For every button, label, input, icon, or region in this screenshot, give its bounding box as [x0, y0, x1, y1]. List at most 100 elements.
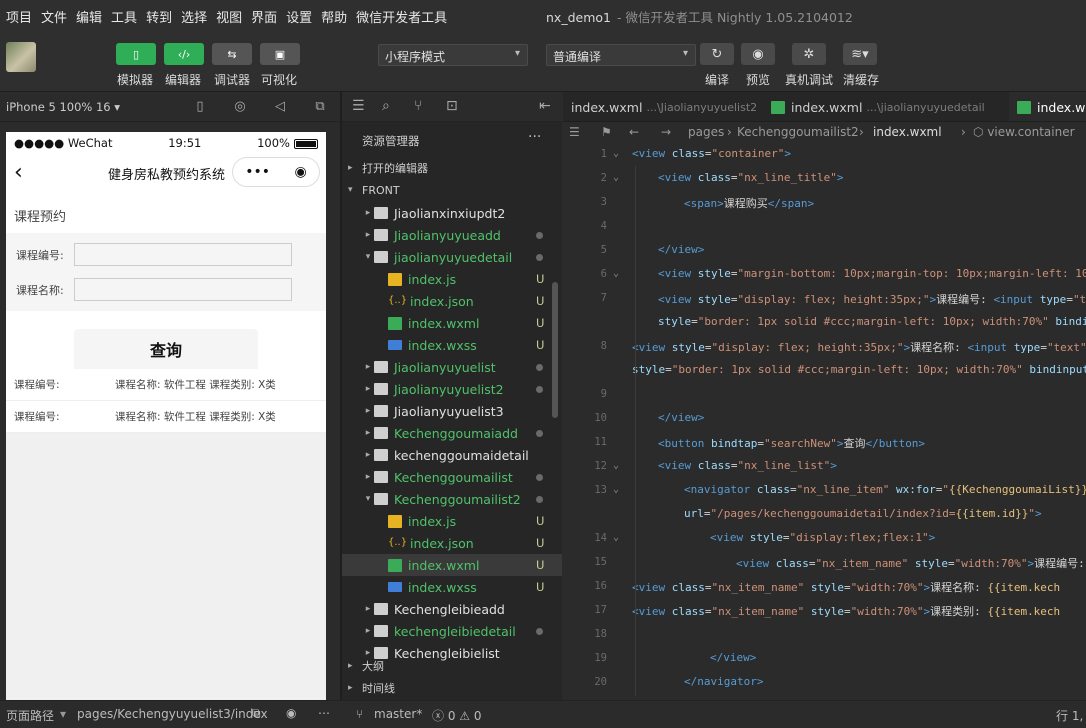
- code-line[interactable]: <view class="nx_line_list">: [658, 459, 837, 472]
- more-icon[interactable]: •••: [245, 164, 270, 180]
- popout-icon[interactable]: ⧉: [300, 99, 340, 114]
- folder-item[interactable]: ▸ Jiaolianyuyuelist3: [342, 400, 562, 422]
- chevron-right-icon[interactable]: ▸: [362, 384, 374, 394]
- code-line[interactable]: <view class="nx_item_name" style="width:…: [632, 579, 1060, 595]
- eye-icon[interactable]: ◉: [286, 706, 296, 720]
- editor-toggle-button[interactable]: ‹/›: [164, 43, 204, 65]
- tab-jiaolianyuyuelist2-wxml[interactable]: index.wxml ...\Jiaolianyuyuelist2: [563, 92, 765, 121]
- back-icon[interactable]: ‹: [14, 160, 23, 185]
- device-select[interactable]: iPhone 5 100% 16 ▾: [6, 100, 120, 114]
- code-editor[interactable]: 1 ⌄ <view class="container"> 2 ⌄ <view class=…: [563, 144, 1086, 700]
- list-item[interactable]: 课程编号: 课程名称: 软件工程 课程类别: X类: [6, 369, 326, 401]
- chevron-right-icon[interactable]: ▸: [362, 428, 374, 438]
- record-icon[interactable]: ◎: [220, 99, 260, 114]
- branch-name[interactable]: master*: [374, 707, 422, 721]
- menu-item[interactable]: 编辑: [76, 7, 102, 26]
- timeline-section[interactable]: ▸ 时间线: [342, 677, 562, 699]
- chevron-down-icon[interactable]: ▾: [362, 252, 374, 262]
- chevron-right-icon[interactable]: ▸: [362, 472, 374, 482]
- mode-select[interactable]: 小程序模式: [378, 44, 528, 66]
- code-line[interactable]: <view style="display: flex; height:35px;…: [658, 291, 1086, 307]
- fold-chevron-icon[interactable]: ⌄: [613, 532, 619, 543]
- code-line[interactable]: </view>: [658, 243, 704, 256]
- code-line[interactable]: <view class="nx_line_title">: [658, 171, 843, 184]
- folder-item[interactable]: ▾ jiaolianyuyuedetail: [342, 246, 562, 268]
- chevron-down-icon[interactable]: ▾: [362, 494, 374, 504]
- bookmark-icon[interactable]: ⚑: [601, 125, 612, 139]
- file-item[interactable]: {..} index.json U: [342, 290, 562, 312]
- file-item[interactable]: index.wxml U: [342, 312, 562, 334]
- menu-item[interactable]: 微信开发者工具: [356, 7, 447, 26]
- folder-item[interactable]: ▸ Kechenggoumailist: [342, 466, 562, 488]
- more-icon[interactable]: ⋯: [318, 706, 330, 720]
- code-line[interactable]: style="border: 1px solid #ccc;margin-lef…: [658, 315, 1086, 328]
- code-line[interactable]: <view class="nx_item_name" style="width:…: [632, 603, 1060, 619]
- preview-button[interactable]: ◉: [741, 43, 775, 65]
- compile-select[interactable]: 普通编译: [546, 44, 696, 66]
- course-id-input[interactable]: [73, 243, 292, 266]
- code-line[interactable]: <view style="display:flex;flex:1">: [710, 531, 935, 544]
- menu-item[interactable]: 文件: [41, 7, 67, 26]
- folder-item[interactable]: ▸ Kechenggoumaiadd: [342, 422, 562, 444]
- page-path-label[interactable]: 页面路径: [6, 707, 54, 724]
- folder-item[interactable]: ▸ Jiaolianyuyuelist2: [342, 378, 562, 400]
- folder-item[interactable]: ▸ Jiaolianyuyuelist: [342, 356, 562, 378]
- problems-count[interactable]: ⓧ 0 ⚠ 0: [432, 707, 481, 724]
- code-line[interactable]: <navigator class="nx_line_item" wx:for="…: [684, 483, 1086, 496]
- code-line[interactable]: <button bindtap="searchNew">查询</button>: [658, 435, 925, 451]
- simulator-toggle-button[interactable]: ▯: [116, 43, 156, 65]
- copy-icon[interactable]: ⧉: [252, 706, 261, 721]
- fold-chevron-icon[interactable]: ⌄: [613, 484, 619, 495]
- project-section[interactable]: ▾ FRONT: [342, 179, 562, 201]
- folder-item[interactable]: ▸ Kechengleibieadd: [342, 598, 562, 620]
- menu-item[interactable]: 帮助: [321, 7, 347, 26]
- course-name-input[interactable]: [73, 278, 292, 301]
- extensions-icon[interactable]: ⊡: [446, 98, 458, 114]
- clear-cache-button[interactable]: ≋▾: [843, 43, 877, 65]
- code-line[interactable]: style="border: 1px solid #ccc;margin-lef…: [632, 363, 1086, 376]
- more-icon[interactable]: ···: [528, 129, 541, 145]
- chevron-right-icon[interactable]: ▸: [362, 208, 374, 218]
- capsule-menu[interactable]: ••• ◉: [232, 157, 320, 187]
- code-line[interactable]: </view>: [710, 651, 756, 664]
- chevron-right-icon[interactable]: ▸: [362, 626, 374, 636]
- menu-item[interactable]: 转到: [146, 7, 172, 26]
- menu-item[interactable]: 视图: [216, 7, 242, 26]
- folder-item[interactable]: ▸ kechengleibiedetail: [342, 620, 562, 642]
- split-panel-icon[interactable]: ⇤: [539, 98, 551, 114]
- list-icon[interactable]: ☰: [352, 98, 365, 114]
- cursor-position[interactable]: 行 1,: [1056, 707, 1083, 724]
- query-button[interactable]: 查询: [74, 329, 258, 369]
- breadcrumb-symbol[interactable]: ⬡ view.container: [973, 125, 1075, 139]
- breadcrumb-pages[interactable]: pages: [688, 125, 724, 139]
- back-arrow-icon[interactable]: ←: [629, 125, 639, 139]
- code-line[interactable]: <view style="display: flex; height:35px;…: [632, 339, 1086, 355]
- chevron-right-icon[interactable]: ▸: [362, 406, 374, 416]
- chevron-right-icon[interactable]: ▸: [362, 450, 374, 460]
- remote-debug-button[interactable]: ✲: [792, 43, 826, 65]
- rotate-device-icon[interactable]: ▯: [180, 99, 220, 114]
- avatar[interactable]: [6, 42, 36, 72]
- file-item[interactable]: index.js U: [342, 268, 562, 290]
- file-item[interactable]: index.wxss U: [342, 576, 562, 598]
- forward-arrow-icon[interactable]: →: [661, 125, 671, 139]
- visual-toggle-button[interactable]: ▣: [260, 43, 300, 65]
- code-line[interactable]: <view style="margin-bottom: 10px;margin-…: [658, 267, 1086, 280]
- folder-item[interactable]: ▾ Kechenggoumailist2: [342, 488, 562, 510]
- folder-item[interactable]: ▸ Jiaolianxinxiupdt2: [342, 202, 562, 224]
- file-item[interactable]: {..} index.json U: [342, 532, 562, 554]
- list-icon[interactable]: ☰: [569, 125, 580, 139]
- git-branch-icon[interactable]: ⑂: [414, 98, 422, 114]
- menu-item[interactable]: 项目: [6, 7, 32, 26]
- explorer-scrollbar[interactable]: [552, 282, 558, 418]
- folder-item[interactable]: ▸ Jiaolianyuyueadd: [342, 224, 562, 246]
- menu-item[interactable]: 设置: [286, 7, 312, 26]
- compile-button[interactable]: ↻: [700, 43, 734, 65]
- close-icon[interactable]: ◉: [295, 164, 307, 180]
- breadcrumb-folder[interactable]: Kechenggoumailist2: [737, 125, 859, 139]
- tab-kechenggoumailist2-wxml[interactable]: index.wx: [1009, 92, 1086, 121]
- breadcrumb-file[interactable]: index.wxml: [873, 125, 942, 139]
- list-item[interactable]: 课程编号: 课程名称: 软件工程 课程类别: X类: [6, 401, 326, 433]
- code-line[interactable]: url="/pages/kechenggoumaidetail/index?id…: [684, 507, 1042, 520]
- fold-chevron-icon[interactable]: ⌄: [613, 148, 619, 159]
